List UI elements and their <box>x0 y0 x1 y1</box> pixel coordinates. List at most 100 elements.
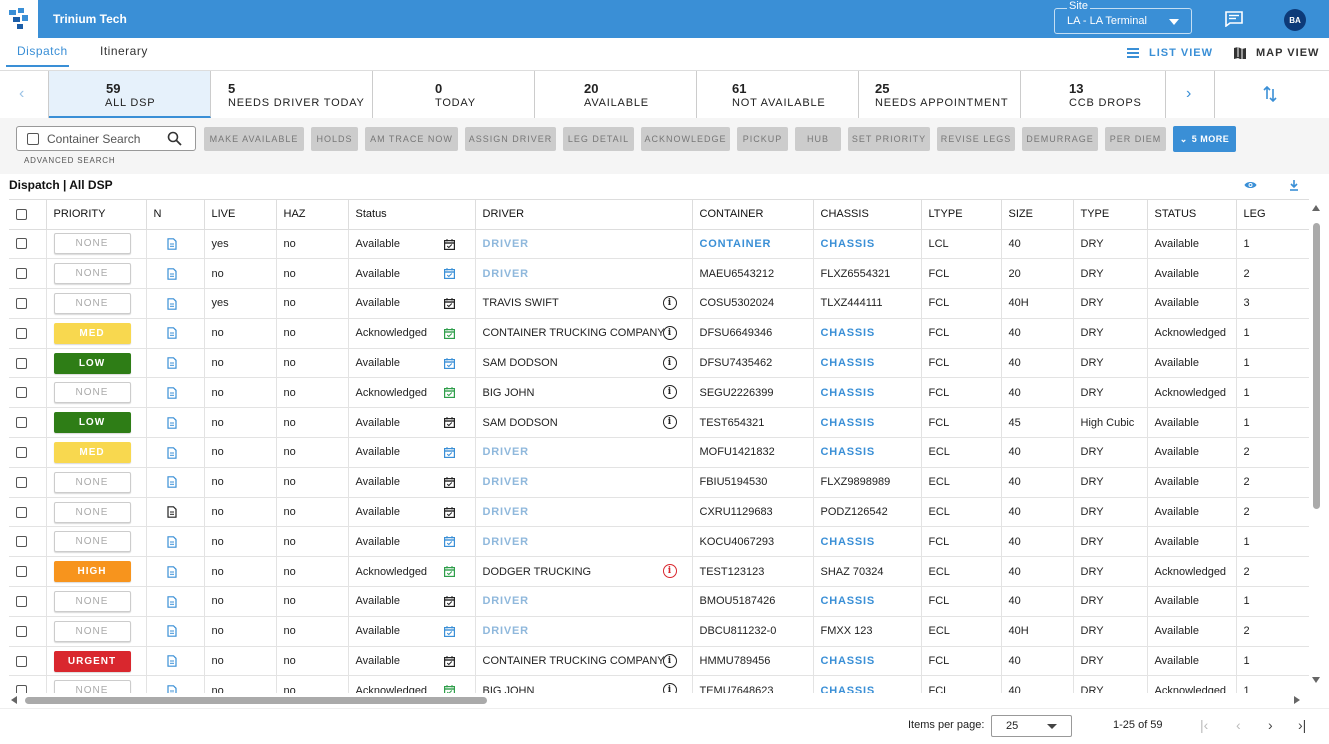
priority-cell[interactable]: NONE <box>46 675 147 693</box>
document-icon[interactable] <box>166 267 177 280</box>
container-value[interactable]: HMMU789456 <box>700 655 771 667</box>
calendar-icon[interactable] <box>443 536 455 548</box>
calendar-icon[interactable] <box>443 447 455 459</box>
priority-badge[interactable]: MED <box>53 322 131 344</box>
chassis-cell[interactable]: CHASSIS <box>813 348 922 379</box>
calendar-icon[interactable] <box>443 476 455 488</box>
revise-legs-button[interactable]: REVISE LEGS <box>937 127 1015 151</box>
priority-cell[interactable]: MED <box>46 437 147 468</box>
driver-value[interactable]: SAM DODSON <box>483 357 558 369</box>
priority-badge[interactable]: NONE <box>53 680 131 693</box>
chassis-value[interactable]: FLXZ6554321 <box>821 268 891 280</box>
driver-value[interactable]: TRAVIS SWIFT <box>483 297 559 309</box>
driver-value[interactable]: DRIVER <box>483 536 529 548</box>
stat-available[interactable]: 20 AVAILABLE <box>535 71 697 118</box>
scroll-up-icon[interactable] <box>1312 205 1320 211</box>
driver-value[interactable]: DODGER TRUCKING <box>483 566 592 578</box>
chassis-cell[interactable]: CHASSIS <box>813 437 922 468</box>
container-cell[interactable]: KOCU4067293 <box>692 526 814 558</box>
priority-cell[interactable]: NONE <box>46 586 147 617</box>
assign-driver-button[interactable]: ASSIGN DRIVER <box>465 127 556 151</box>
col-header-container[interactable]: CONTAINER <box>692 200 814 230</box>
priority-cell[interactable]: URGENT <box>46 646 147 677</box>
table-row[interactable]: LOW no no Available SAM DODSON i TEST654321 CHA… <box>9 407 1309 439</box>
chassis-value[interactable]: CHASSIS <box>821 536 876 548</box>
notes-cell[interactable] <box>146 586 205 617</box>
table-row[interactable]: NONE no no Available DRIVER BMOU5187426 CHASSI… <box>9 586 1309 617</box>
table-row[interactable]: NONE no no Available DRIVER KOCU4067293 CHASSI… <box>9 526 1309 558</box>
chassis-cell[interactable]: TLXZ444111 <box>813 288 922 319</box>
container-value[interactable]: TEST123123 <box>700 566 765 578</box>
chassis-value[interactable]: TLXZ444111 <box>821 297 883 309</box>
driver-cell[interactable]: BIG JOHN i <box>475 377 693 409</box>
priority-badge[interactable]: HIGH <box>53 561 131 583</box>
scroll-down-icon[interactable] <box>1312 677 1320 683</box>
more-actions-button[interactable]: ⌄ 5 MORE <box>1173 126 1236 152</box>
document-icon[interactable] <box>166 655 177 667</box>
chassis-cell[interactable]: CHASSIS <box>813 526 922 558</box>
row-checkbox[interactable] <box>16 655 27 667</box>
table-row[interactable]: NONE no no Acknowledged BIG JOHN i SEGU2226399… <box>9 377 1309 409</box>
info-icon[interactable]: i <box>662 296 677 311</box>
notes-cell[interactable] <box>146 467 205 498</box>
horizontal-scroll-thumb[interactable] <box>25 697 487 704</box>
driver-cell[interactable]: TRAVIS SWIFT i <box>475 288 693 319</box>
container-value[interactable]: DFSU7435462 <box>700 357 773 369</box>
container-search-input[interactable]: Container Search <box>16 126 196 151</box>
container-cell[interactable]: DFSU6649346 <box>692 318 814 349</box>
driver-value[interactable]: DRIVER <box>483 238 529 250</box>
chassis-value[interactable]: CHASSIS <box>821 238 876 250</box>
col-header-size[interactable]: SIZE <box>1001 200 1074 230</box>
priority-cell[interactable]: NONE <box>46 377 147 409</box>
table-row[interactable]: NONE no no Available DRIVER MAEU6543212 FLXZ65… <box>9 258 1309 290</box>
row-checkbox[interactable] <box>16 327 27 339</box>
chassis-cell[interactable]: CHASSIS <box>813 675 922 693</box>
row-checkbox[interactable] <box>16 447 27 459</box>
trinium-logo[interactable] <box>0 0 38 38</box>
driver-cell[interactable]: DRIVER <box>475 467 693 498</box>
container-value[interactable]: FBIU5194530 <box>700 476 768 488</box>
driver-cell[interactable]: DRIVER <box>475 497 693 528</box>
calendar-icon[interactable] <box>443 596 455 608</box>
container-cell[interactable]: TEMU7648623 <box>692 675 814 693</box>
per-diem-button[interactable]: PER DIEM <box>1105 127 1166 151</box>
select-all-header[interactable] <box>9 200 47 230</box>
notes-cell[interactable] <box>146 616 205 647</box>
col-header-n[interactable]: N <box>146 200 205 230</box>
container-cell[interactable]: FBIU5194530 <box>692 467 814 498</box>
chassis-value[interactable]: FLXZ9898989 <box>821 476 891 488</box>
container-value[interactable]: COSU5302024 <box>700 297 775 309</box>
col-header-status[interactable]: Status <box>348 200 476 230</box>
last-page-icon[interactable]: ›| <box>1298 717 1306 733</box>
table-row[interactable]: MED no no Available DRIVER MOFU1421832 CHASSIS… <box>9 437 1309 468</box>
col-header-status2[interactable]: STATUS <box>1147 200 1237 230</box>
driver-cell[interactable]: DRIVER <box>475 616 693 647</box>
chassis-cell[interactable]: CHASSIS <box>813 646 922 677</box>
row-select-cell[interactable] <box>9 526 47 558</box>
am-trace-now-button[interactable]: AM TRACE NOW <box>365 127 458 151</box>
chassis-value[interactable]: CHASSIS <box>821 595 876 607</box>
row-checkbox[interactable] <box>16 685 27 693</box>
info-icon[interactable]: i <box>662 325 677 340</box>
priority-badge[interactable]: NONE <box>53 501 131 523</box>
notes-cell[interactable] <box>146 526 205 558</box>
priority-cell[interactable]: LOW <box>46 348 147 379</box>
chassis-value[interactable]: PODZ126542 <box>821 506 888 518</box>
priority-cell[interactable]: NONE <box>46 497 147 528</box>
container-value[interactable]: BMOU5187426 <box>700 595 776 607</box>
document-icon[interactable] <box>166 416 177 429</box>
driver-cell[interactable]: CONTAINER TRUCKING COMPANY i <box>475 646 693 677</box>
driver-value[interactable]: DRIVER <box>483 595 529 607</box>
col-header-driver[interactable]: DRIVER <box>475 200 693 230</box>
priority-badge[interactable]: NONE <box>53 292 131 314</box>
driver-cell[interactable]: DRIVER <box>475 229 693 260</box>
container-cell[interactable]: DFSU7435462 <box>692 348 814 379</box>
col-header-haz[interactable]: HAZ <box>276 200 349 230</box>
driver-value[interactable]: SAM DODSON <box>483 417 558 429</box>
driver-cell[interactable]: BIG JOHN i <box>475 675 693 693</box>
stat-ccb-drops[interactable]: 13 CCB DROPS <box>1021 71 1166 118</box>
row-select-cell[interactable] <box>9 437 47 468</box>
calendar-icon[interactable] <box>443 387 455 399</box>
calendar-icon[interactable] <box>443 417 455 429</box>
calendar-icon[interactable] <box>443 625 455 637</box>
